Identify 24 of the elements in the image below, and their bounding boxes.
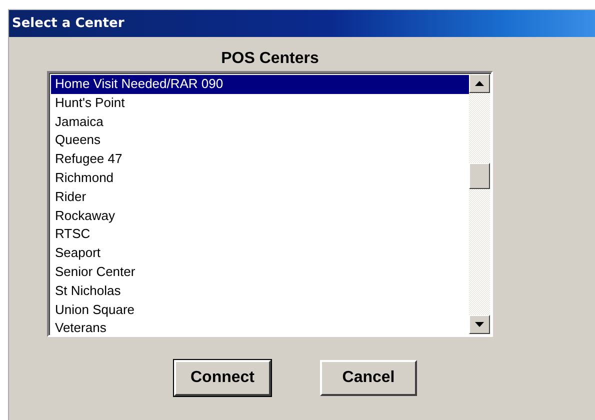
window-title: Select a Center bbox=[12, 16, 124, 31]
down-arrow-icon bbox=[475, 322, 484, 327]
list-item[interactable]: Richmond bbox=[51, 168, 469, 188]
list-item[interactable]: RTSC bbox=[51, 225, 469, 244]
dialog-button[interactable]: Connect bbox=[174, 360, 271, 396]
list-item[interactable]: Union Square bbox=[51, 300, 469, 320]
list-item[interactable]: Queens bbox=[51, 131, 469, 150]
scroll-down-button[interactable] bbox=[469, 315, 490, 334]
list-item[interactable]: Rider bbox=[51, 188, 469, 207]
list-item[interactable]: Veterans bbox=[51, 319, 469, 338]
list-item[interactable]: Hunt's Point bbox=[51, 94, 469, 113]
list-item[interactable]: St Nicholas bbox=[51, 282, 469, 301]
list-item[interactable]: Jamaica bbox=[51, 112, 469, 132]
up-arrow-icon bbox=[475, 81, 484, 86]
dialog-button[interactable]: Cancel bbox=[320, 360, 417, 396]
scrollbar[interactable] bbox=[469, 74, 490, 334]
list-item[interactable]: Senior Center bbox=[51, 262, 469, 282]
list-item[interactable]: Home Visit Needed/RAR 090 bbox=[51, 75, 469, 94]
list-item[interactable]: Refugee 47 bbox=[51, 150, 469, 169]
list-item[interactable]: Seaport bbox=[51, 244, 469, 263]
scroll-up-button[interactable] bbox=[469, 74, 490, 93]
scroll-thumb[interactable] bbox=[469, 163, 490, 189]
list-item[interactable]: Rockaway bbox=[51, 206, 469, 226]
list-label: POS Centers bbox=[220, 50, 320, 69]
